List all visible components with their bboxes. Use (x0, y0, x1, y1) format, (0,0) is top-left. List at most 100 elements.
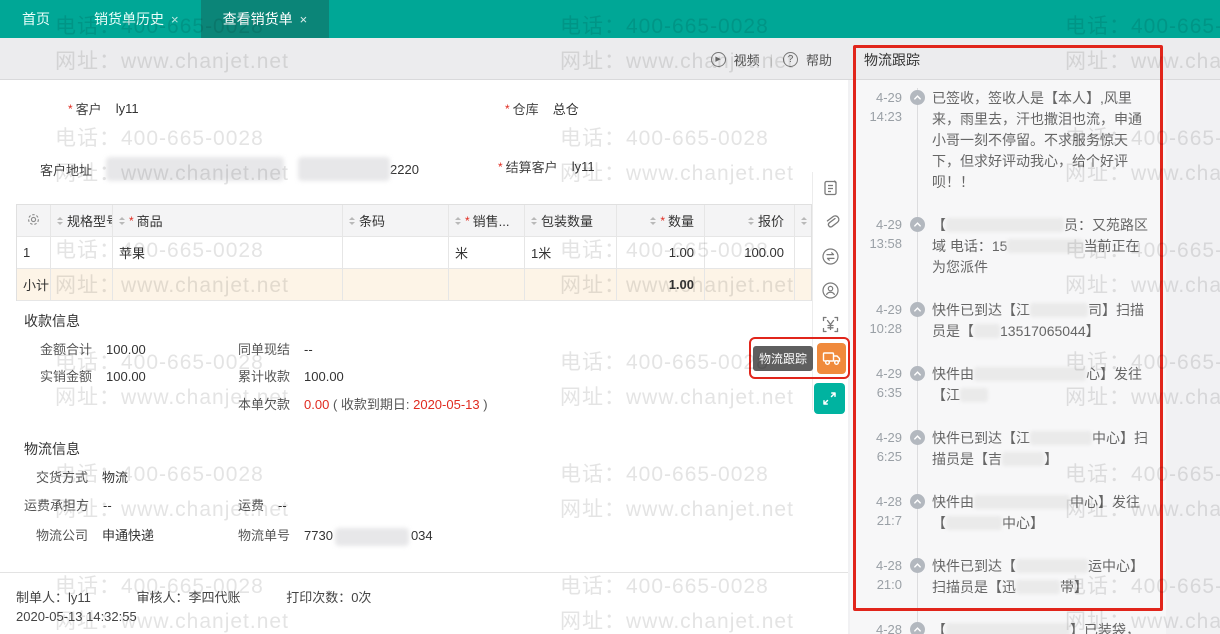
cell-value: 1.00 (669, 245, 694, 260)
exchange-icon[interactable] (821, 246, 841, 266)
price-icon[interactable] (821, 314, 841, 334)
table-cell (343, 237, 449, 268)
sort-arrows-icon[interactable] (650, 217, 656, 225)
table-cell (343, 269, 449, 300)
redacted-text (1007, 239, 1083, 253)
tab-close-icon[interactable]: × (300, 12, 308, 27)
top-tab-2[interactable]: 查看销货单 × (201, 0, 330, 38)
tracking-entry-text: 快件已到达【运中心】扫描员是【迅带】 (932, 556, 1166, 598)
top-tab-label: 销货单历史 (94, 9, 164, 29)
tracking-entry-text: 【】已装袋，扫描员【】，袋号【9006178596869】 (932, 620, 1166, 634)
debt-due-suffix: ) (480, 397, 488, 412)
table-cell (113, 269, 343, 300)
amount-total: 金额合计100.00 (40, 339, 146, 358)
column-header-extra (795, 205, 811, 236)
tracking-entry-text: 快件由心】发往【江 (932, 364, 1166, 406)
column-label: 包装数量 (541, 211, 593, 230)
help-link[interactable]: 帮助 (806, 50, 832, 69)
tracking-entry: 4-2910:28快件已到达【江司】扫描员是【13517065044】 (850, 300, 1166, 342)
note-icon[interactable] (821, 178, 841, 198)
sort-arrows-icon[interactable] (119, 217, 125, 225)
customer-label: 客户 (76, 99, 102, 118)
customer-field[interactable]: * 客户 ly11 (68, 99, 139, 118)
sort-arrows-icon[interactable] (531, 217, 537, 225)
redacted-text (960, 388, 988, 402)
auditor-label: 审核人： (137, 590, 189, 605)
sort-arrows-icon[interactable] (57, 217, 63, 225)
creator-label: 制单人： (16, 590, 68, 605)
customer-address-field[interactable]: 客户地址 2220 (40, 157, 419, 181)
sort-arrows-icon[interactable] (801, 217, 807, 225)
tracking-entry-time: 4-2821:0 (850, 556, 902, 598)
video-link[interactable]: 视频 (734, 50, 760, 69)
table-cell (705, 269, 795, 300)
redacted-text (1002, 452, 1044, 466)
cell-value: 苹果 (119, 243, 145, 262)
tracking-timeline[interactable]: 4-2914:23已签收，签收人是【本人】,风里来，雨里去，汗也撒泪也流，申通小… (850, 88, 1166, 634)
creator-value: ly11 (68, 590, 91, 605)
cash-settle-label: 同单现结 (238, 342, 290, 357)
debt-amount: 本单欠款0.00 ( 收款到期日: 2020-05-13 ) (238, 394, 488, 413)
redacted-text (946, 218, 1064, 232)
timeline-rail (902, 215, 932, 278)
tracking-entry-text: 【员：又苑路区域 电话：15当前正在为您派件 (932, 215, 1166, 278)
payment-section-title: 收款信息 (24, 311, 80, 331)
actual-amount: 实销金额100.00 (40, 366, 146, 385)
logistics-tracking-button[interactable] (817, 343, 846, 374)
column-label: 商品 (137, 211, 163, 230)
timeline-rail (902, 620, 932, 634)
received-total-value: 100.00 (304, 369, 344, 384)
sort-arrows-icon[interactable] (455, 217, 461, 225)
warehouse-field[interactable]: * 仓库 总仓 (505, 99, 579, 118)
delivery-method-value: 物流 (102, 470, 128, 485)
expand-fullscreen-button[interactable] (814, 383, 845, 414)
redacted-text (946, 516, 1002, 530)
top-tab-1[interactable]: 销货单历史 × (72, 0, 201, 38)
freight-cost-label: 运费 (238, 498, 264, 513)
tab-close-icon[interactable]: × (171, 12, 179, 27)
tracking-entry-time: 4-2914:23 (850, 88, 902, 193)
document-header-strip (0, 38, 1220, 80)
gear-icon[interactable] (26, 212, 41, 230)
settle-customer-field[interactable]: * 结算客户 ly11 (498, 157, 595, 176)
timeline-node-icon (910, 558, 925, 573)
actual-amount-label: 实销金额 (40, 369, 92, 384)
timeline-node-icon (910, 302, 925, 317)
logistics-tracking-highlight: 物流跟踪 (749, 337, 850, 379)
tracking-number-label: 物流单号 (238, 528, 290, 543)
top-tab-label: 查看销货单 (223, 9, 293, 29)
delivery-method-label: 交货方式 (36, 470, 88, 485)
table-row[interactable]: 1苹果米1米1.00100.00 (17, 237, 811, 269)
tracking-entry-text: 快件由中心】发往【中心】 (932, 492, 1166, 534)
address-redacted (298, 157, 390, 181)
tracking-entry: 4-2913:58【员：又苑路区域 电话：15当前正在为您派件 (850, 215, 1166, 278)
redacted-text (974, 495, 1070, 509)
sort-arrows-icon[interactable] (349, 217, 355, 225)
freight-cost: 运费-- (238, 495, 287, 514)
sales-order-form: * 客户 ly11 * 仓库 总仓 客户地址 2220 * 结算客户 ly11 … (0, 81, 848, 572)
cell-value: 米 (455, 243, 468, 262)
top-tab-0[interactable]: 首页 (0, 0, 72, 38)
column-header-销售...: *销售... (449, 205, 525, 236)
timeline-node-icon (910, 430, 925, 445)
table-cell: 1.00 (617, 237, 705, 268)
received-total-label: 累计收款 (238, 369, 290, 384)
attachment-icon[interactable] (821, 212, 841, 232)
timeline-node-icon (910, 217, 925, 232)
timeline-node-icon (910, 90, 925, 105)
help-glyph: ? (788, 54, 794, 65)
table-subtotal-row[interactable]: 小计1.00 (17, 269, 811, 301)
customer-icon[interactable] (821, 280, 841, 300)
customer-value: ly11 (116, 101, 139, 116)
cell-value: 100.00 (744, 245, 784, 260)
column-header-数量: *数量 (617, 205, 705, 236)
tracking-panel-title: 物流跟踪 (864, 50, 920, 70)
column-label: 条码 (359, 211, 385, 230)
address-visible: 2220 (390, 162, 419, 177)
redacted-text (1016, 580, 1060, 594)
freight-party: 运费承担方-- (24, 495, 112, 514)
tracking-number-redacted (335, 528, 409, 546)
sort-arrows-icon[interactable] (748, 217, 754, 225)
timeline-rail (902, 300, 932, 342)
line-items-table: 规格型号*商品条码*销售...包装数量*数量报价1苹果米1米1.00100.00… (16, 204, 812, 301)
